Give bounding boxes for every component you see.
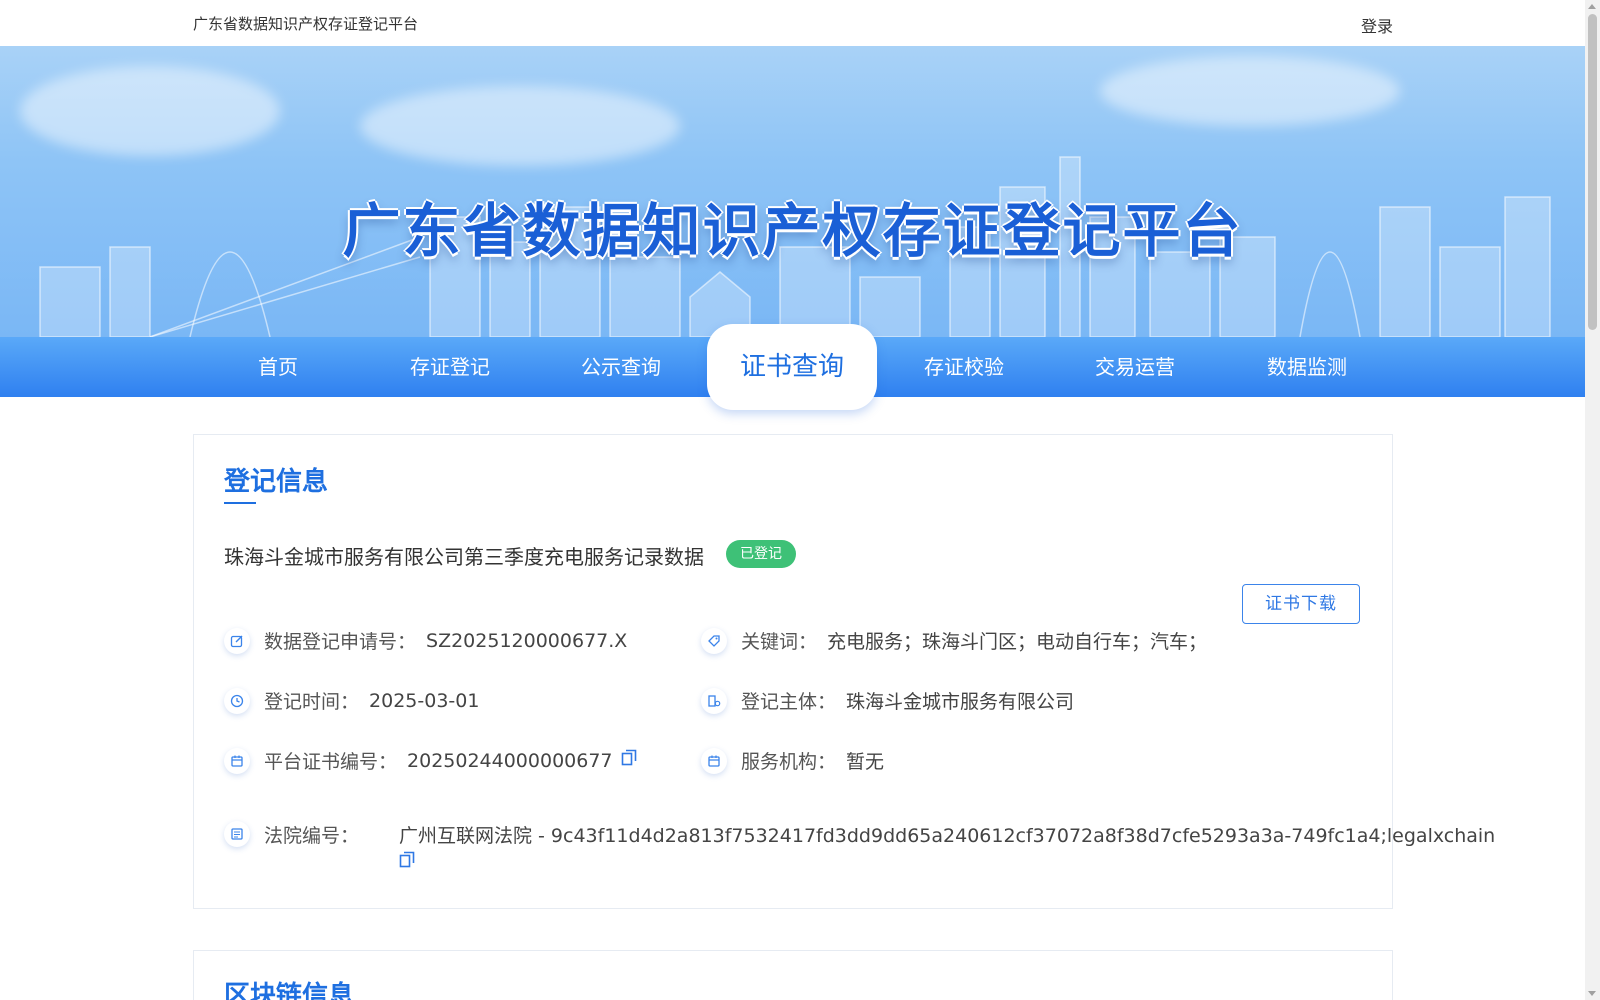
field-registration-time: 登记时间： 2025-03-01 <box>224 687 479 714</box>
title-underline <box>224 502 256 504</box>
page-scrollbar[interactable] <box>1585 0 1600 1000</box>
field-value: 2025-03-01 <box>369 689 480 712</box>
nav-item-public-query[interactable]: 公示查询 <box>536 337 706 397</box>
main-nav: 首页 存证登记 公示查询 证书查询 存证校验 交易运营 数据监测 <box>0 324 1585 410</box>
nav-item-monitoring[interactable]: 数据监测 <box>1222 337 1392 397</box>
registration-info-card: 登记信息 珠海斗金城市服务有限公司第三季度充电服务记录数据 已登记 证书下载 数… <box>193 434 1495 909</box>
cloud-decoration <box>20 66 280 156</box>
building-icon <box>701 687 727 714</box>
field-label: 登记时间： <box>264 691 360 713</box>
calendar-icon <box>224 747 250 774</box>
hero-banner: 广东省数据知识产权存证登记平台 <box>0 46 1585 337</box>
blockchain-info-card: 区块链信息 <box>193 950 1393 1000</box>
tag-icon <box>701 627 727 654</box>
document-icon <box>224 821 250 847</box>
field-label: 关键词： <box>741 631 818 653</box>
field-keywords: 关键词： 充电服务；珠海斗门区；电动自行车；汽车； <box>701 627 1207 654</box>
field-label: 法院编号： <box>264 825 360 847</box>
field-service-agency: 服务机构： 暂无 <box>701 747 884 774</box>
field-application-no: 数据登记申请号： SZ2025120000677.X <box>224 627 627 654</box>
clock-icon <box>224 687 250 714</box>
login-link[interactable]: 登录 <box>1361 13 1393 37</box>
field-label: 平台证书编号： <box>264 751 398 773</box>
section-title-blockchain: 区块链信息 <box>224 981 355 1000</box>
calendar-icon <box>701 747 727 774</box>
hero-title: 广东省数据知识产权存证登记平台 <box>342 197 1243 265</box>
copy-icon[interactable] <box>399 851 415 874</box>
field-label: 服务机构： <box>741 751 837 773</box>
field-registration-subject: 登记主体： 珠海斗金城市服务有限公司 <box>701 687 1074 714</box>
section-title-registration: 登记信息 <box>224 467 329 497</box>
site-name: 广东省数据知识产权存证登记平台 <box>193 15 419 33</box>
certificate-download-button[interactable]: 证书下载 <box>1242 584 1360 624</box>
field-value: 充电服务；珠海斗门区；电动自行车；汽车； <box>827 631 1208 653</box>
nav-item-registration[interactable]: 存证登记 <box>365 337 535 397</box>
scrollbar-thumb[interactable] <box>1588 14 1597 330</box>
edit-icon <box>224 627 250 654</box>
field-value: 珠海斗金城市服务有限公司 <box>846 691 1075 713</box>
scroll-down-icon[interactable] <box>1588 991 1596 996</box>
nav-item-home[interactable]: 首页 <box>193 337 363 397</box>
nav-item-certificate-query[interactable]: 证书查询 <box>707 324 877 410</box>
record-name: 珠海斗金城市服务有限公司第三季度充电服务记录数据 <box>224 545 704 569</box>
field-value: SZ2025120000677.X <box>426 629 628 652</box>
scroll-up-icon[interactable] <box>1588 4 1596 9</box>
nav-item-verification[interactable]: 存证校验 <box>879 337 1049 397</box>
copy-icon[interactable] <box>621 749 637 772</box>
cloud-decoration <box>1100 56 1400 126</box>
field-value: 暂无 <box>846 751 885 773</box>
field-label: 登记主体： <box>741 691 837 713</box>
status-badge: 已登记 <box>726 540 796 568</box>
top-bar: 广东省数据知识产权存证登记平台 登录 <box>0 0 1585 46</box>
field-value: 广州互联网法院 - 9c43f11d4d2a813f7532417fd3dd9d… <box>399 825 1496 847</box>
field-certificate-no: 平台证书编号： 20250244000000677 <box>224 747 637 774</box>
field-label: 数据登记申请号： <box>264 631 417 653</box>
field-value: 20250244000000677 <box>407 749 613 772</box>
nav-item-trading[interactable]: 交易运营 <box>1050 337 1220 397</box>
